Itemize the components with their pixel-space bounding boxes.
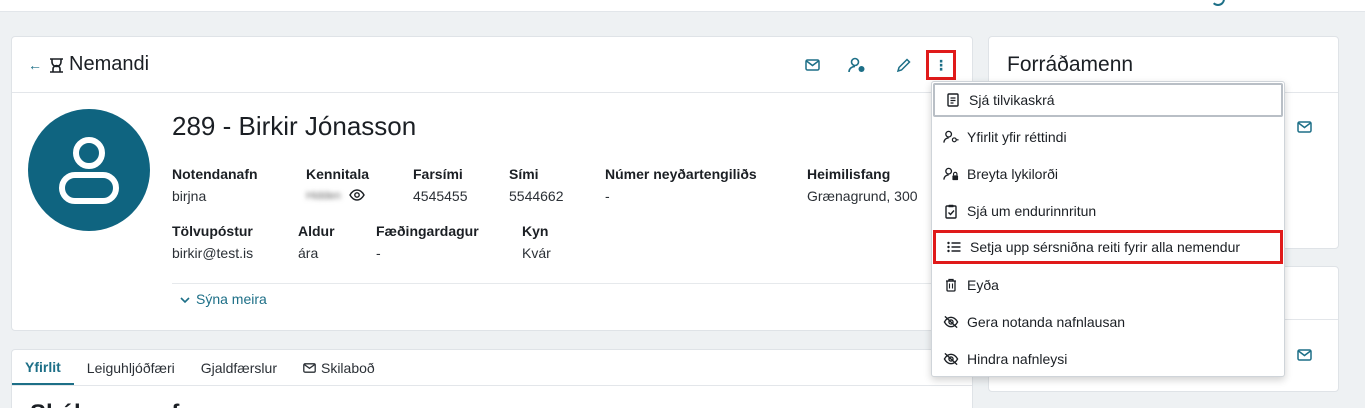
- menu-item-label: Sjá tilvikaskrá: [969, 92, 1055, 108]
- eye-off-icon: [943, 314, 959, 330]
- tab-messages[interactable]: Skilaboð: [290, 350, 388, 385]
- field-label: Heimilisfang: [807, 166, 891, 182]
- field-value: birjna: [172, 188, 207, 204]
- more-vertical-icon: ⋮: [934, 57, 948, 73]
- field-label: Farsími: [413, 166, 463, 182]
- field-value: -: [376, 245, 381, 261]
- field-value: Grænagrund, 300: [807, 188, 918, 204]
- menu-item-label: Sjá um endurinnritun: [967, 203, 1097, 219]
- field-address: Heimilisfang Grænagrund, 300: [807, 166, 918, 204]
- clipboard-check-icon: [943, 203, 959, 219]
- section-title: Skólaganga f: [30, 400, 179, 408]
- field-label: Tölvupóstur: [172, 223, 253, 239]
- chevron-down-icon: [180, 291, 190, 307]
- user-settings-icon[interactable]: [848, 56, 866, 74]
- student-icon: [48, 56, 65, 73]
- student-card: ← Nemandi ⋮ 289 - Birkir Jónasson Notend…: [11, 36, 973, 331]
- document-icon: [945, 92, 961, 108]
- tab-label: Gjaldfærslur: [200, 359, 277, 376]
- field-ssn: Kennitala Hidden: [306, 166, 369, 204]
- tab-overview[interactable]: Yfirlit: [12, 350, 74, 385]
- menu-item-label: Hindra nafnleysi: [967, 351, 1068, 367]
- field-label: Kyn: [522, 223, 549, 239]
- menu-item-custom-fields[interactable]: Setja upp sérsniðna reiti fyrir alla nem…: [933, 230, 1283, 264]
- tab-label: Yfirlit: [25, 358, 61, 375]
- menu-item-delete[interactable]: Eyða: [933, 268, 1283, 302]
- field-value: birkir@test.is: [172, 245, 254, 261]
- partial-icon: [1211, 0, 1225, 6]
- field-phone: Sími 5544662: [509, 166, 564, 204]
- menu-item-incident-log[interactable]: Sjá tilvikaskrá: [933, 83, 1283, 117]
- tab-instruments[interactable]: Leiguhljóðfæri: [74, 350, 188, 385]
- field-value: ára: [298, 245, 319, 261]
- user-lock-icon: [943, 166, 959, 182]
- menu-item-label: Eyða: [967, 277, 999, 293]
- trash-icon: [943, 277, 959, 293]
- arrow-left-icon[interactable]: ←: [28, 57, 42, 73]
- field-value: -: [605, 188, 610, 204]
- mail-icon[interactable]: [1297, 120, 1312, 138]
- tab-bar: Yfirlit Leiguhljóðfæri Gjaldfærslur Skil…: [12, 350, 972, 386]
- eye-icon[interactable]: [349, 188, 365, 204]
- page-title: Nemandi: [69, 53, 150, 75]
- field-label: Fæðingardagur: [376, 223, 479, 239]
- field-value: Hidden: [306, 188, 369, 204]
- tab-label: Skilaboð: [320, 359, 375, 376]
- tab-charges[interactable]: Gjaldfærslur: [188, 350, 290, 385]
- field-label: Kennitala: [306, 166, 370, 182]
- avatar: [28, 109, 150, 231]
- menu-item-prevent-anonymity[interactable]: Hindra nafnleysi: [933, 342, 1283, 376]
- field-label: Aldur: [298, 223, 335, 239]
- tabs-card: Yfirlit Leiguhljóðfæri Gjaldfærslur Skil…: [11, 349, 973, 408]
- show-more-label: Sýna meira: [196, 291, 267, 307]
- show-more-link[interactable]: Sýna meira: [180, 291, 267, 307]
- mail-icon[interactable]: [1297, 348, 1312, 366]
- field-value: 4545455: [413, 188, 468, 204]
- field-mobile: Farsími 4545455: [413, 166, 468, 204]
- field-gender: Kyn Kvár: [522, 223, 551, 261]
- user-key-icon: [943, 129, 959, 145]
- tab-label: Leiguhljóðfæri: [86, 359, 175, 376]
- field-label: Sími: [509, 166, 539, 182]
- field-emergency-contact: Númer neyðartengiliðs -: [605, 166, 757, 204]
- field-username: Notendanafn birjna: [172, 166, 258, 204]
- field-email: Tölvupóstur birkir@test.is: [172, 223, 253, 261]
- field-label: Notendanafn: [172, 166, 258, 182]
- field-age: Aldur ára: [298, 223, 335, 261]
- field-value: Kvár: [522, 245, 551, 261]
- student-card-header: ← Nemandi ⋮: [12, 37, 972, 93]
- eye-off-icon: [943, 351, 959, 367]
- mail-icon[interactable]: [803, 56, 821, 74]
- more-vertical-button[interactable]: ⋮: [926, 50, 956, 80]
- field-label: Númer neyðartengiliðs: [605, 166, 757, 182]
- menu-item-label: Setja upp sérsniðna reiti fyrir alla nem…: [970, 239, 1241, 255]
- menu-item-anonymize[interactable]: Gera notanda nafnlausan: [933, 305, 1283, 339]
- user-icon: [59, 137, 119, 204]
- menu-item-label: Breyta lykilorði: [967, 166, 1059, 182]
- menu-item-re-enrollment[interactable]: Sjá um endurinnritun: [933, 194, 1283, 228]
- field-birthdate: Fæðingardagur -: [376, 223, 479, 261]
- top-bar: [0, 0, 1365, 12]
- divider: [172, 283, 962, 284]
- field-value: 5544662: [509, 188, 564, 204]
- hidden-value: Hidden: [306, 190, 341, 202]
- mail-icon: [303, 360, 316, 376]
- guardians-title: Forráðamenn: [1007, 52, 1134, 76]
- menu-item-permissions[interactable]: Yfirlit yfir réttindi: [933, 120, 1283, 154]
- menu-item-change-password[interactable]: Breyta lykilorði: [933, 157, 1283, 191]
- more-actions-menu: Sjá tilvikaskrá Yfirlit yfir réttindi Br…: [931, 81, 1285, 377]
- menu-item-label: Yfirlit yfir réttindi: [967, 129, 1067, 145]
- pencil-icon[interactable]: [894, 56, 912, 74]
- student-name: 289 - Birkir Jónasson: [172, 111, 417, 141]
- list-icon: [946, 239, 962, 255]
- menu-item-label: Gera notanda nafnlausan: [967, 314, 1126, 330]
